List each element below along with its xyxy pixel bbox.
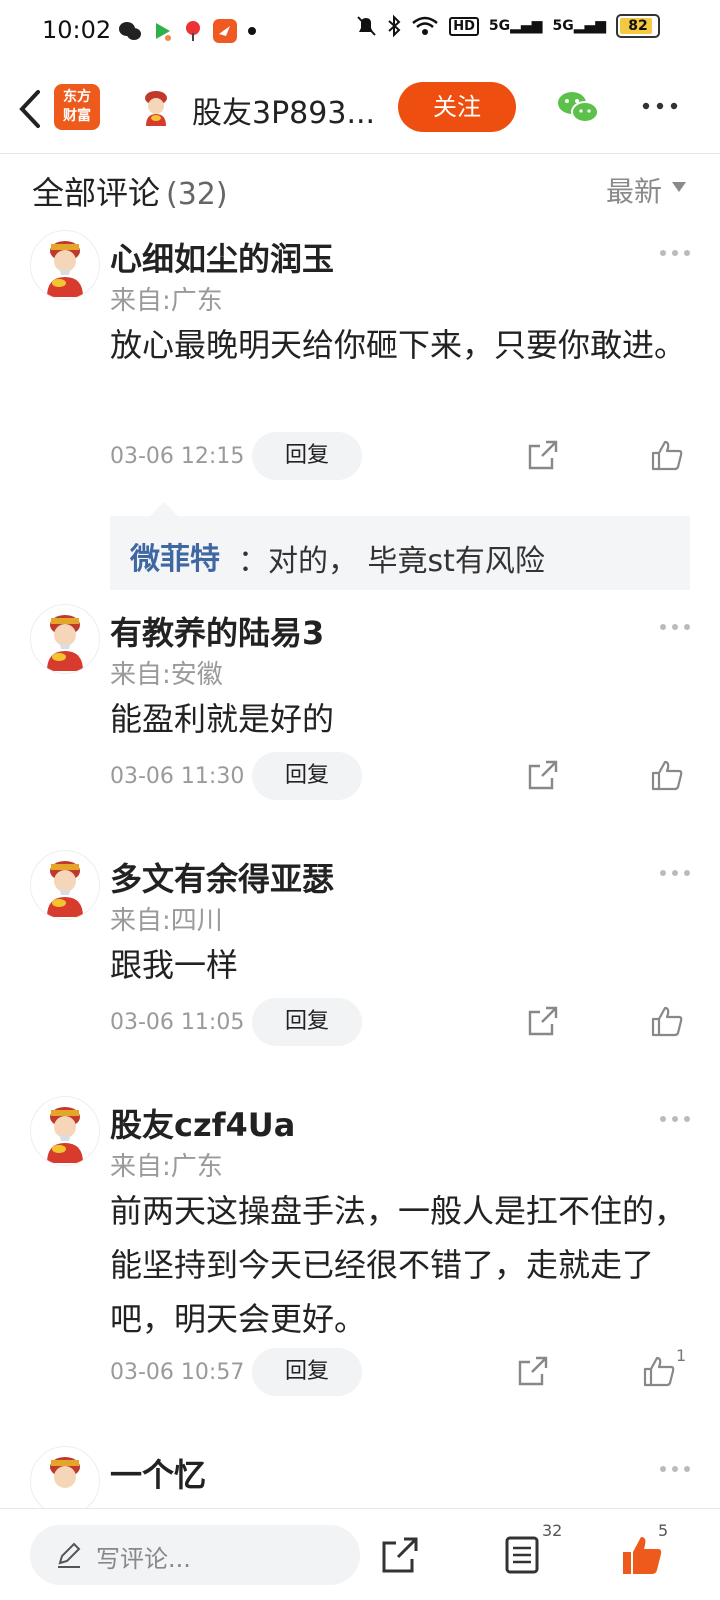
battery-icon: 82 <box>616 14 660 38</box>
comments-header: 全部评论 (32) 最新 <box>32 168 688 212</box>
commenter-name[interactable]: 多文有余得亚瑟 <box>110 854 334 900</box>
commenter-name[interactable]: 有教养的陆易3 <box>110 608 324 654</box>
commenter-name[interactable]: 心细如尘的润玉 <box>110 234 334 280</box>
comment-time: 03-06 11:30 <box>110 764 245 789</box>
follow-button[interactable]: 关注 <box>398 82 516 132</box>
commenter-location: 来自:广东 <box>110 1152 223 1182</box>
app-notification-icon <box>213 19 237 43</box>
comment-text: 跟我一样 <box>110 946 239 984</box>
commenter-avatar[interactable] <box>30 604 100 674</box>
commenter-location: 来自:安徽 <box>110 660 223 690</box>
comment-more-icon[interactable] <box>658 1464 692 1474</box>
author-name[interactable]: 股友3P893... <box>192 88 382 132</box>
bottom-action-bar: 写评论... 32 5 <box>0 1508 720 1600</box>
comment-time: 03-06 12:15 <box>110 444 245 469</box>
reply-button[interactable]: 回复 <box>252 752 362 800</box>
share-icon[interactable] <box>526 758 560 792</box>
like-count-badge: 5 <box>658 1521 669 1540</box>
app-logo-line1: 东方 <box>63 89 91 105</box>
pencil-icon <box>58 1542 81 1568</box>
comment-time: 03-06 11:05 <box>110 1010 245 1035</box>
commenter-name[interactable]: 股友czf4Ua <box>110 1100 295 1146</box>
signal-icon-2: 5G▂▄▆ <box>552 18 606 34</box>
wechat-notification-icon <box>119 22 141 40</box>
reply-preview[interactable]: 微菲特 ：对的， 毕竟st有风险 <box>110 502 690 590</box>
wifi-icon <box>412 16 439 35</box>
share-icon[interactable] <box>380 1535 420 1575</box>
comment-more-icon[interactable] <box>658 1114 692 1124</box>
commenter-location: 来自:广东 <box>110 286 223 316</box>
video-app-notification-icon <box>156 23 171 41</box>
mute-bell-icon <box>357 16 376 36</box>
author-avatar[interactable] <box>136 88 176 128</box>
commenter-avatar[interactable] <box>30 1096 100 1166</box>
like-count: 1 <box>676 1346 687 1365</box>
thumbs-up-icon[interactable] <box>642 1354 676 1388</box>
reply-text: ：对的， 毕竟st有风险 <box>238 544 545 579</box>
system-status-icons: HD 5G▂▄▆ 5G▂▄▆ 82 <box>355 14 660 38</box>
reply-user-name[interactable]: 微菲特 <box>130 534 220 578</box>
comment-item: 一个忆 <box>0 1446 720 1508</box>
top-nav: 东方 财富 股友3P893... 关注 <box>0 70 720 154</box>
share-icon[interactable] <box>516 1354 550 1388</box>
reply-button[interactable]: 回复 <box>252 998 362 1046</box>
comment-more-icon[interactable] <box>658 622 692 632</box>
notification-icons <box>118 18 258 44</box>
chevron-down-icon[interactable] <box>672 182 686 192</box>
back-icon[interactable] <box>14 84 46 134</box>
comments-list-icon[interactable] <box>504 1535 540 1575</box>
comment-more-icon[interactable] <box>658 248 692 258</box>
signal-icon-1: 5G▂▄▆ <box>488 18 543 34</box>
commenter-location: 来自:四川 <box>110 906 223 936</box>
thumbs-up-icon[interactable] <box>650 438 684 472</box>
more-options-icon[interactable] <box>640 96 680 116</box>
comments-count: (32) <box>166 177 228 212</box>
map-notification-icon <box>186 21 200 41</box>
status-time: 10:02 <box>42 16 112 44</box>
bluetooth-icon <box>388 14 401 38</box>
share-icon[interactable] <box>526 438 560 472</box>
commenter-avatar[interactable] <box>30 850 100 920</box>
more-notifications-dot-icon <box>248 27 256 35</box>
write-comment-placeholder: 写评论... <box>96 1545 191 1573</box>
app-logo-line2: 财富 <box>63 108 91 124</box>
sort-selector[interactable]: 最新 <box>606 170 662 210</box>
app-logo[interactable]: 东方 财富 <box>54 84 100 130</box>
commenter-avatar[interactable] <box>30 1446 100 1508</box>
commenter-avatar[interactable] <box>30 230 100 300</box>
comment-text: 前两天这操盘手法，一般人是扛不住的，能坚持到今天已经很不错了，走就走了吧，明天会… <box>110 1192 687 1338</box>
hd-icon: HD <box>449 16 479 36</box>
status-bar: 10:02 HD 5G▂▄▆ 5G▂▄▆ 82 <box>0 0 720 62</box>
thumbs-up-icon[interactable] <box>650 1004 684 1038</box>
wechat-share-icon[interactable] <box>556 88 600 128</box>
share-icon[interactable] <box>526 1004 560 1038</box>
reply-button[interactable]: 回复 <box>252 432 362 480</box>
comment-more-icon[interactable] <box>658 868 692 878</box>
commenter-name[interactable]: 一个忆 <box>110 1450 206 1496</box>
comment-text: 能盈利就是好的 <box>110 700 335 738</box>
comments-title: 全部评论 <box>32 174 161 212</box>
comment-time: 03-06 10:57 <box>110 1360 245 1385</box>
comment-text: 放心最晚明天给你砸下来，只要你敢进。 <box>110 326 687 364</box>
thumbs-up-icon[interactable] <box>650 758 684 792</box>
reply-button[interactable]: 回复 <box>252 1348 362 1396</box>
comments-count-badge: 32 <box>542 1521 563 1540</box>
write-comment-input[interactable]: 写评论... <box>30 1525 360 1585</box>
